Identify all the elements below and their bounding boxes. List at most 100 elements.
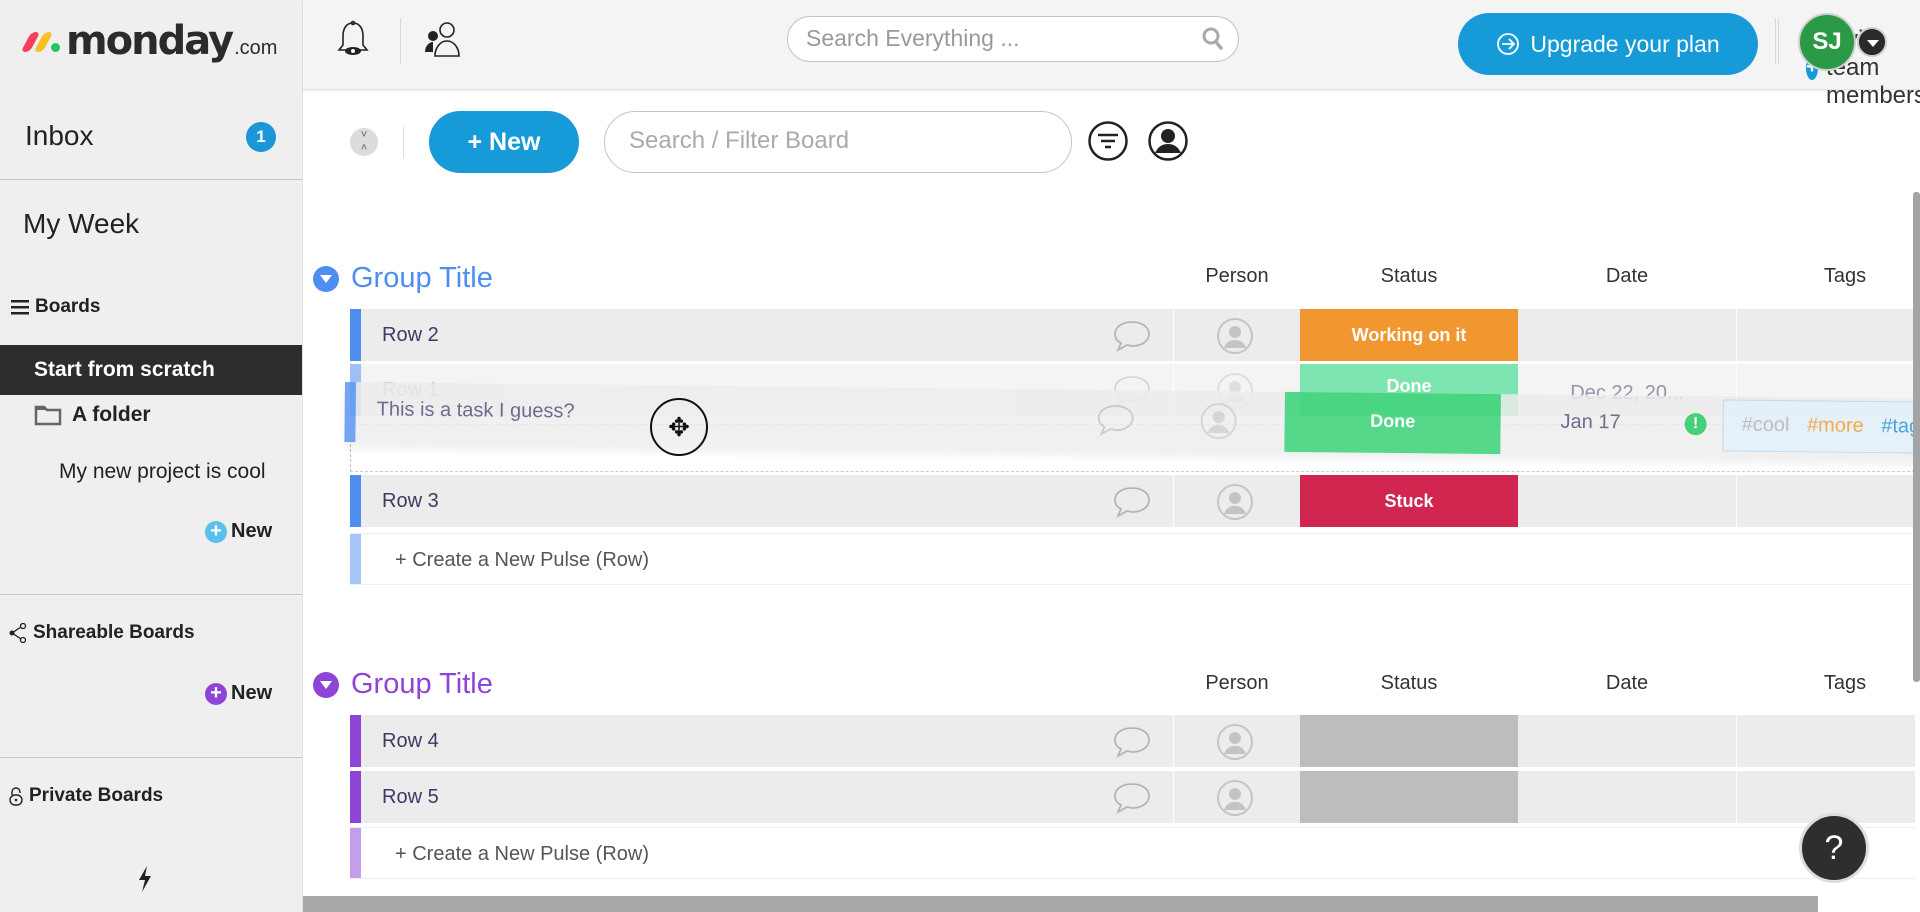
row-color-bar (350, 534, 361, 584)
lightning-icon[interactable] (137, 866, 153, 899)
column-header-date[interactable]: Date (1518, 672, 1736, 695)
global-search-input[interactable] (788, 17, 1168, 59)
cell-divider (1736, 715, 1737, 767)
person-avatar-icon[interactable] (1216, 483, 1254, 521)
divider (1775, 18, 1776, 64)
column-header-tags[interactable]: Tags (1795, 672, 1895, 695)
cell-divider (1173, 475, 1174, 527)
comment-icon[interactable] (1113, 486, 1151, 518)
column-header-tags[interactable]: Tags (1795, 265, 1895, 288)
vertical-scrollbar[interactable] (1913, 192, 1920, 682)
tag: #more (1806, 414, 1864, 437)
logo-mark-icon (20, 26, 62, 54)
collapse-all-button[interactable]: ˅ ˄ (350, 128, 378, 156)
status-cell[interactable] (1300, 771, 1518, 823)
column-header-status[interactable]: Status (1300, 265, 1518, 288)
create-pulse-label[interactable]: + Create a New Pulse (Row) (395, 549, 649, 572)
new-board-button[interactable]: + New (205, 520, 272, 543)
comment-icon[interactable] (1113, 782, 1151, 814)
logo-text: monday (66, 18, 234, 64)
row-color-bar (350, 309, 361, 361)
row-color-bar (350, 715, 361, 767)
arrow-circle-icon (1497, 33, 1520, 55)
comment-icon (1097, 405, 1134, 436)
column-header-person[interactable]: Person (1187, 265, 1287, 288)
new-label: New (231, 520, 273, 542)
global-search[interactable] (787, 16, 1239, 62)
plus-icon: + (205, 520, 227, 543)
help-button[interactable]: ? (1799, 813, 1869, 883)
sidebar-item-my-week[interactable]: My Week (23, 208, 139, 240)
person-avatar-icon[interactable] (1216, 779, 1254, 817)
share-icon (9, 623, 27, 643)
group-title[interactable]: Group Title (351, 668, 493, 701)
upgrade-label: Upgrade your plan (1530, 30, 1720, 57)
private-label: Private Boards (29, 785, 164, 806)
row-name[interactable]: Row 2 (382, 324, 439, 347)
row-color-bar (344, 382, 356, 443)
inbox-count-badge: 1 (246, 122, 276, 152)
column-header-status[interactable]: Status (1300, 672, 1518, 695)
table-row[interactable]: Row 3 Stuck (350, 475, 1915, 527)
group-1-header[interactable]: Group Title (313, 262, 493, 295)
status-cell[interactable] (1300, 715, 1518, 767)
bell-icon[interactable] (336, 20, 370, 63)
upgrade-plan-button[interactable]: Upgrade your plan (1458, 13, 1758, 75)
cell-divider (1173, 309, 1174, 361)
status-cell[interactable]: Stuck (1300, 475, 1518, 527)
filter-icon[interactable] (1087, 120, 1129, 162)
sidebar-shareable-boards[interactable]: Shareable Boards (9, 622, 195, 644)
new-shareable-board-button[interactable]: + New (205, 682, 272, 705)
table-row[interactable]: Row 5 (350, 771, 1915, 823)
person-avatar-icon[interactable] (1216, 723, 1254, 761)
filter-board-input[interactable] (605, 112, 1045, 170)
column-header-date[interactable]: Date (1518, 265, 1736, 288)
row-name[interactable]: Row 4 (382, 730, 439, 753)
person-avatar-icon (1200, 403, 1237, 440)
avatar-dropdown-icon[interactable] (1857, 27, 1887, 57)
new-item-button[interactable]: + New (429, 111, 579, 173)
tags-cell: #cool #more #tags (1722, 399, 1920, 454)
sidebar-item-start-from-scratch[interactable]: Start from scratch (0, 345, 302, 395)
group-collapse-icon[interactable] (313, 265, 339, 292)
inbox-label: Inbox (25, 120, 94, 151)
person-filter-icon[interactable] (1147, 120, 1189, 162)
table-row[interactable]: Row 4 (350, 715, 1915, 767)
table-row[interactable]: Row 2 Working on it (350, 309, 1915, 361)
search-icon[interactable] (1202, 27, 1224, 51)
dragged-row-name: This is a task I guess? (376, 398, 575, 423)
lock-icon (9, 787, 23, 806)
row-name[interactable]: Row 5 (382, 786, 439, 809)
new-label: New (231, 682, 273, 704)
status-cell[interactable]: Working on it (1300, 309, 1518, 361)
group-collapse-icon[interactable] (313, 671, 339, 698)
monday-logo[interactable]: monday .com (20, 18, 277, 64)
row-name[interactable]: Row 3 (382, 490, 439, 513)
group-title[interactable]: Group Title (351, 262, 493, 295)
hamburger-icon (11, 300, 29, 315)
person-avatar-icon[interactable] (1216, 317, 1254, 355)
status-cell: Done (1284, 391, 1501, 455)
create-pulse-label[interactable]: + Create a New Pulse (Row) (395, 843, 649, 866)
row-color-bar (350, 771, 361, 823)
move-cursor-icon: ✥ (650, 398, 708, 456)
sidebar-private-boards[interactable]: Private Boards (9, 785, 163, 807)
column-header-person[interactable]: Person (1187, 672, 1287, 695)
sidebar-boards-header[interactable]: Boards (11, 296, 100, 318)
sidebar-folder[interactable]: A folder (34, 403, 151, 427)
team-icon[interactable] (423, 20, 463, 63)
row-color-bar (350, 828, 361, 878)
logo-suffix: .com (234, 37, 278, 59)
comment-icon[interactable] (1113, 320, 1151, 352)
sidebar: monday .com Inbox 1 My Week Boards Start… (0, 0, 303, 912)
create-pulse-row[interactable]: + Create a New Pulse (Row) (350, 533, 1915, 585)
sidebar-item-project[interactable]: My new project is cool (59, 460, 266, 484)
create-pulse-row[interactable]: + Create a New Pulse (Row) (350, 827, 1915, 879)
filter-board[interactable] (604, 111, 1072, 173)
comment-icon[interactable] (1113, 726, 1151, 758)
user-avatar[interactable]: SJ (1798, 13, 1856, 71)
boards-label: Boards (35, 296, 101, 317)
horizontal-scrollbar[interactable] (303, 896, 1818, 912)
group-2-header[interactable]: Group Title (313, 668, 493, 701)
folder-icon (34, 405, 62, 426)
